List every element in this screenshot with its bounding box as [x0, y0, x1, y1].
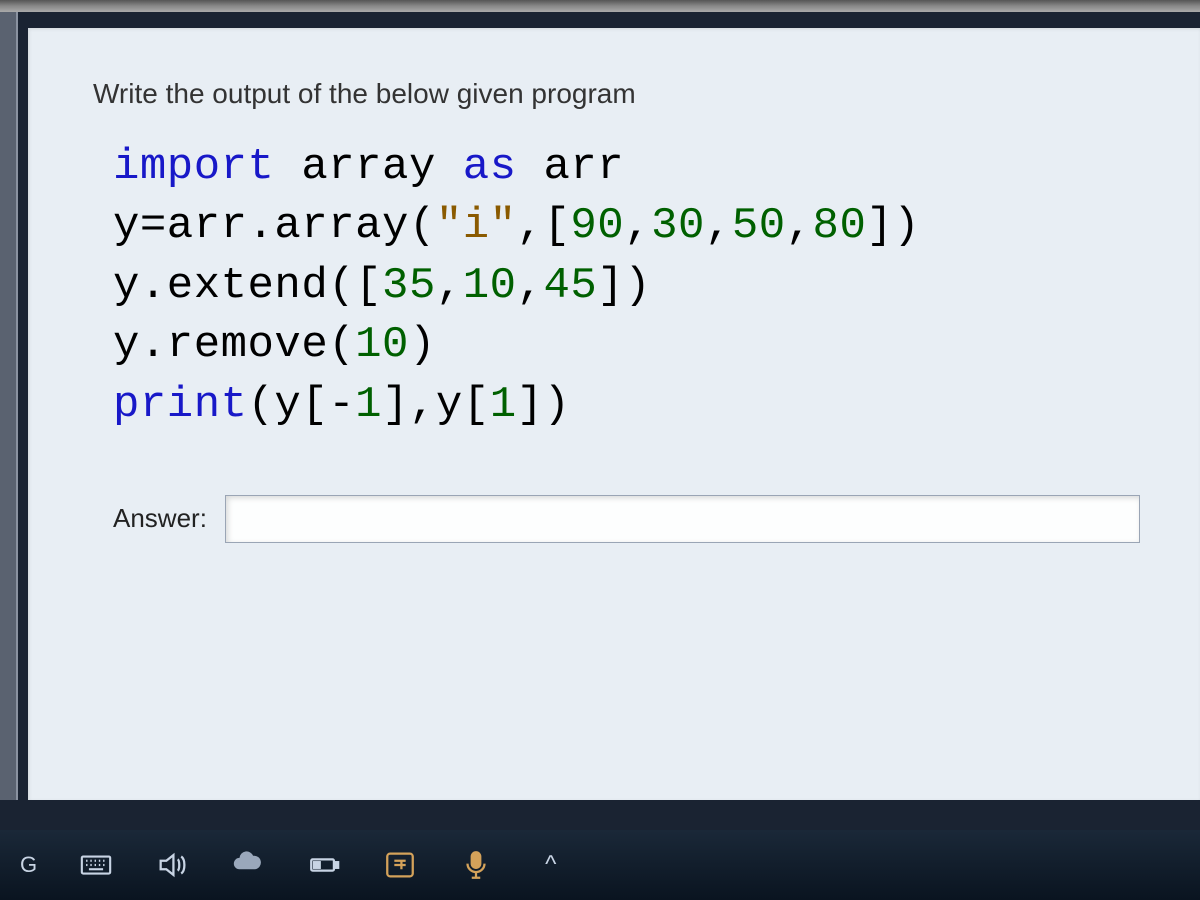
- code-number: 10: [355, 320, 409, 370]
- mic-icon[interactable]: [459, 848, 493, 882]
- code-text: y.extend([: [113, 261, 382, 311]
- code-number: 1: [490, 380, 517, 430]
- code-number: 90: [570, 201, 624, 251]
- code-number: 80: [813, 201, 867, 251]
- question-panel: Write the output of the below given prog…: [28, 28, 1200, 800]
- code-text: ,: [786, 201, 813, 251]
- answer-label: Answer:: [113, 503, 207, 534]
- code-text: ): [409, 320, 436, 370]
- code-text: ,: [517, 261, 544, 311]
- code-number: 30: [651, 201, 705, 251]
- tray-overflow-caret-icon[interactable]: ^: [545, 851, 556, 879]
- monitor-bezel: [0, 0, 1200, 12]
- code-text: ]): [597, 261, 651, 311]
- question-prompt: Write the output of the below given prog…: [93, 78, 1140, 110]
- code-number: 50: [732, 201, 786, 251]
- code-number: 45: [543, 261, 597, 311]
- taskbar: G: [0, 830, 1200, 900]
- code-text: y=arr.array(: [113, 201, 436, 251]
- code-text: y.remove(: [113, 320, 355, 370]
- touch-keyboard-icon[interactable]: [79, 848, 113, 882]
- code-keyword: import: [113, 142, 274, 192]
- code-number: 1: [355, 380, 382, 430]
- weather-icon[interactable]: [231, 848, 265, 882]
- code-text: ,[: [517, 201, 571, 251]
- code-text: (y[-: [248, 380, 356, 430]
- volume-icon[interactable]: [155, 848, 189, 882]
- code-text: ,: [705, 201, 732, 251]
- code-text: arr: [517, 142, 625, 192]
- code-text: ]): [866, 201, 920, 251]
- code-text: ]): [517, 380, 571, 430]
- code-string: "i": [436, 201, 517, 251]
- code-text: ],y[: [382, 380, 490, 430]
- code-keyword: as: [463, 142, 517, 192]
- ime-icon[interactable]: [383, 848, 417, 882]
- code-text: ,: [436, 261, 463, 311]
- battery-icon[interactable]: [307, 848, 341, 882]
- answer-row: Answer:: [113, 495, 1140, 543]
- code-number: 35: [382, 261, 436, 311]
- window-left-edge: [0, 12, 18, 800]
- code-number: 10: [463, 261, 517, 311]
- code-text: array: [274, 142, 462, 192]
- code-text: ,: [624, 201, 651, 251]
- code-keyword: print: [113, 380, 248, 430]
- code-block: import array as arr y=arr.array("i",[90,…: [113, 138, 1140, 435]
- taskbar-letter-g[interactable]: G: [20, 852, 37, 878]
- answer-input[interactable]: [225, 495, 1140, 543]
